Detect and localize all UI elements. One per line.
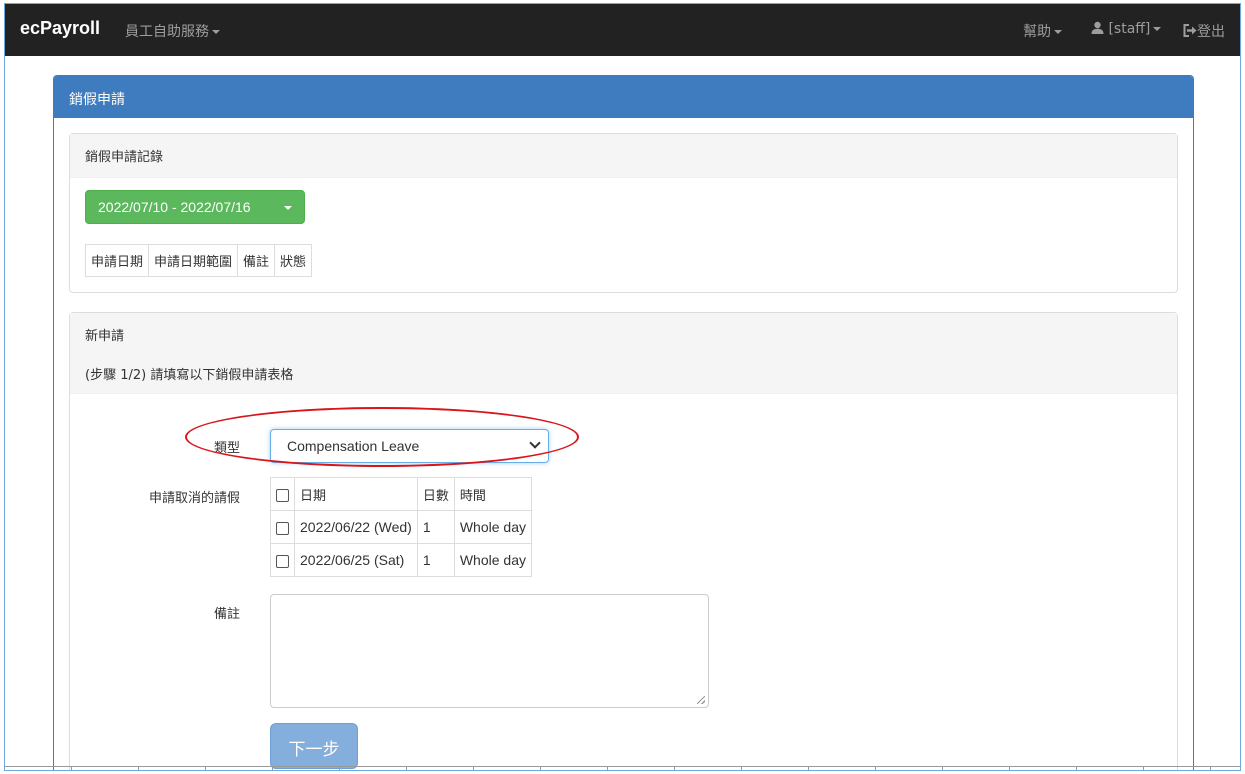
remarks-textarea[interactable] — [270, 594, 709, 708]
history-table: 申請日期 申請日期範圍 備註 狀態 — [84, 244, 313, 277]
column-header: 申請日期範圍 — [148, 244, 239, 277]
caret-down-icon — [1054, 30, 1062, 34]
date-range-dropdown[interactable]: 2022/07/10 - 2022/07/16 — [85, 190, 305, 224]
select-all-checkbox[interactable] — [276, 488, 289, 502]
column-header: 日期 — [294, 477, 418, 511]
row-checkbox-cell — [270, 510, 295, 544]
time-cell: Whole day — [453, 543, 533, 577]
leave-type-select[interactable]: Compensation Leave — [270, 429, 549, 463]
cancel-leave-label: 申請取消的請假 — [148, 491, 240, 506]
leave-cancel-panel: 銷假申請 銷假申請記錄 2022/07/10 - 2022/07/16 申請日期… — [53, 75, 1194, 770]
row-checkbox[interactable] — [276, 554, 289, 568]
brand-logo[interactable]: ecPayroll — [20, 18, 100, 39]
date-cell: 2022/06/25 (Sat) — [294, 543, 418, 577]
select-all-cell — [270, 477, 295, 511]
resize-grip-icon[interactable] — [697, 696, 705, 704]
user-icon — [1091, 21, 1104, 34]
help-label: 幫助 — [1023, 24, 1051, 40]
step-instruction: (步驟 1/2) 請填寫以下銷假申請表格 — [85, 368, 294, 383]
column-header: 狀態 — [274, 244, 313, 277]
caret-down-icon — [1153, 27, 1162, 31]
leave-table: 日期 日數 時間 2022/06/22 (Wed) 1 Whole day 20… — [270, 477, 533, 577]
new-request-heading: 新申請 — [85, 329, 125, 344]
logout-icon — [1183, 24, 1197, 37]
caret-down-icon — [212, 30, 220, 34]
column-header: 時間 — [453, 477, 533, 511]
bottom-edge-divider — [5, 766, 1240, 770]
column-header: 日數 — [416, 477, 455, 511]
history-panel: 銷假申請記錄 2022/07/10 - 2022/07/16 申請日期 申請日期… — [69, 133, 1178, 293]
date-cell: 2022/06/22 (Wed) — [294, 510, 418, 544]
days-cell: 1 — [416, 543, 455, 577]
table-header-row: 日期 日數 時間 — [270, 477, 533, 511]
chevron-down-icon — [529, 437, 541, 449]
days-cell: 1 — [416, 510, 455, 544]
table-header-row: 申請日期 申請日期範圍 備註 狀態 — [84, 244, 313, 277]
new-request-panel: 新申請 (步驟 1/2) 請填寫以下銷假申請表格 類型 Compensation… — [69, 312, 1178, 770]
leave-type-value: Compensation Leave — [287, 438, 420, 454]
next-step-button[interactable]: 下一步 — [270, 723, 358, 769]
logout-label: 登出 — [1197, 24, 1225, 40]
page-title: 銷假申請 — [54, 76, 1193, 118]
history-heading: 銷假申請記錄 — [70, 134, 1177, 178]
row-checkbox[interactable] — [276, 521, 289, 535]
table-row[interactable]: 2022/06/25 (Sat) 1 Whole day — [270, 543, 533, 577]
type-label: 類型 — [213, 441, 240, 456]
self-service-menu[interactable]: 員工自助服務 — [125, 21, 220, 41]
row-checkbox-cell — [270, 543, 295, 577]
user-label: [staff] — [1108, 21, 1151, 37]
logout-link[interactable]: 登出 — [1183, 21, 1225, 41]
column-header: 申請日期 — [84, 244, 150, 277]
self-service-label: 員工自助服務 — [125, 24, 209, 40]
caret-down-icon — [284, 206, 292, 210]
column-header: 備註 — [237, 244, 276, 277]
help-menu[interactable]: 幫助 — [1023, 21, 1062, 41]
app-window: ecPayroll 員工自助服務 幫助 [staff] 登出 銷假申請 銷假申請… — [4, 3, 1241, 771]
date-range-label: 2022/07/10 - 2022/07/16 — [98, 199, 251, 215]
top-navbar: ecPayroll 員工自助服務 幫助 [staff] 登出 — [5, 4, 1240, 56]
new-request-header: 新申請 (步驟 1/2) 請填寫以下銷假申請表格 — [70, 313, 1177, 394]
remarks-label: 備註 — [213, 607, 240, 622]
user-menu[interactable]: [staff] — [1091, 21, 1162, 37]
table-row[interactable]: 2022/06/22 (Wed) 1 Whole day — [270, 510, 533, 544]
time-cell: Whole day — [453, 510, 533, 544]
